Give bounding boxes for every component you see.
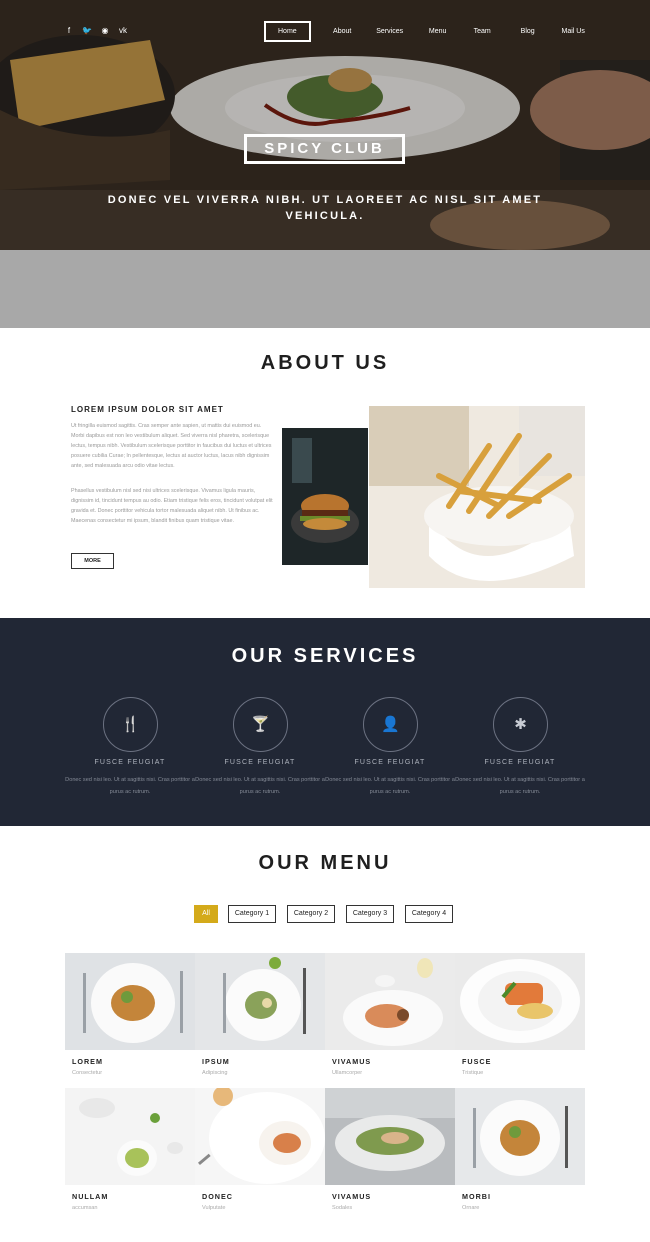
cocktail-icon: 🍸 <box>251 716 270 733</box>
filter-category-3[interactable]: Category 3 <box>346 905 394 923</box>
dish-subtitle: Adipiscing <box>202 1070 228 1076</box>
nav-team[interactable]: Team <box>456 21 509 42</box>
nav-menu[interactable]: Menu <box>420 21 456 42</box>
hero-gray-band <box>0 250 650 328</box>
service-desc: Donec sed nisi leo. Ut at sagittis nisi.… <box>65 777 195 795</box>
service-title: FUSCE FEUGIAT <box>224 759 296 766</box>
dish-subtitle: Sodales <box>332 1205 353 1211</box>
dish-image <box>455 953 585 1050</box>
facebook-icon[interactable]: f <box>64 26 74 36</box>
twitter-icon[interactable]: 🐦 <box>82 26 92 36</box>
dish-subtitle: Consectetur <box>72 1070 103 1076</box>
hero-banner: f 🐦 ◉ vk Home About Services Menu Team B… <box>0 0 650 250</box>
nav-about[interactable]: About <box>325 21 360 42</box>
service-title: FUSCE FEUGIAT <box>484 759 556 766</box>
user-icon: 👤 <box>381 716 400 733</box>
service-title: FUSCE FEUGIAT <box>354 759 426 766</box>
nav-mail-us[interactable]: Mail Us <box>547 21 600 42</box>
service-desc: Donec sed nisi leo. Ut at sagittis nisi.… <box>325 777 455 795</box>
dish-image <box>65 953 195 1050</box>
dish-subtitle: Tristique <box>462 1070 484 1076</box>
dish-image <box>325 1088 455 1185</box>
vk-icon[interactable]: vk <box>118 26 128 36</box>
nav-blog[interactable]: Blog <box>509 21 547 42</box>
burger-image <box>282 428 368 565</box>
dish-image <box>325 953 455 1050</box>
dish-name: FUSCE <box>462 1057 492 1066</box>
about-paragraph-2: Phasellus vestibulum nisl sed nisi ultri… <box>71 488 273 524</box>
services-title: OUR SERVICES <box>231 645 419 667</box>
fries-image <box>369 406 585 588</box>
about-paragraph-1: Ut fringilla euismod sagittis. Cras semp… <box>71 423 272 469</box>
dish-name: NULLAM <box>72 1192 109 1201</box>
hero-tagline: DONEC VEL VIVERRA NIBH. UT LAOREET AC NI… <box>107 194 543 222</box>
nav-home[interactable]: Home <box>264 21 311 42</box>
filter-category-4[interactable]: Category 4 <box>405 905 453 923</box>
dish-name: MORBI <box>462 1192 491 1201</box>
service-desc: Donec sed nisi leo. Ut at sagittis nisi.… <box>195 777 325 795</box>
dish-name: VIVAMUS <box>332 1192 372 1201</box>
cutlery-icon: 🍴 <box>121 716 140 733</box>
dish-image <box>195 1088 325 1185</box>
dish-name: IPSUM <box>202 1057 230 1066</box>
filter-category-1[interactable]: Category 1 <box>228 905 276 923</box>
dish-subtitle: Ullamcorper <box>332 1070 363 1076</box>
about-subtitle: LOREM IPSUM DOLOR SIT AMET <box>71 405 224 414</box>
about-title: ABOUT US <box>260 352 390 374</box>
filter-all[interactable]: All <box>194 905 218 923</box>
dish-name: LOREM <box>72 1057 103 1066</box>
asterisk-icon: ✱ <box>514 716 527 733</box>
dish-subtitle: accumsan <box>72 1205 98 1211</box>
dish-image <box>195 953 325 1050</box>
nav-services[interactable]: Services <box>360 21 420 42</box>
dish-image <box>65 1088 195 1185</box>
menu-title: OUR MENU <box>258 852 392 874</box>
more-button[interactable]: MORE <box>71 553 114 569</box>
service-title: FUSCE FEUGIAT <box>94 759 166 766</box>
dish-name: DONEC <box>202 1192 233 1201</box>
main-nav: Home About Services Menu Team Blog Mail … <box>264 21 600 42</box>
social-links: f 🐦 ◉ vk <box>64 26 128 36</box>
dish-image <box>455 1088 585 1185</box>
dish-subtitle: Vulputate <box>202 1205 226 1211</box>
rss-icon[interactable]: ◉ <box>100 26 110 36</box>
dish-subtitle: Ornare <box>462 1205 480 1211</box>
site-logo[interactable]: SPICY CLUB <box>244 134 405 164</box>
dish-name: VIVAMUS <box>332 1057 372 1066</box>
service-desc: Donec sed nisi leo. Ut at sagittis nisi.… <box>455 777 585 795</box>
filter-category-2[interactable]: Category 2 <box>287 905 335 923</box>
